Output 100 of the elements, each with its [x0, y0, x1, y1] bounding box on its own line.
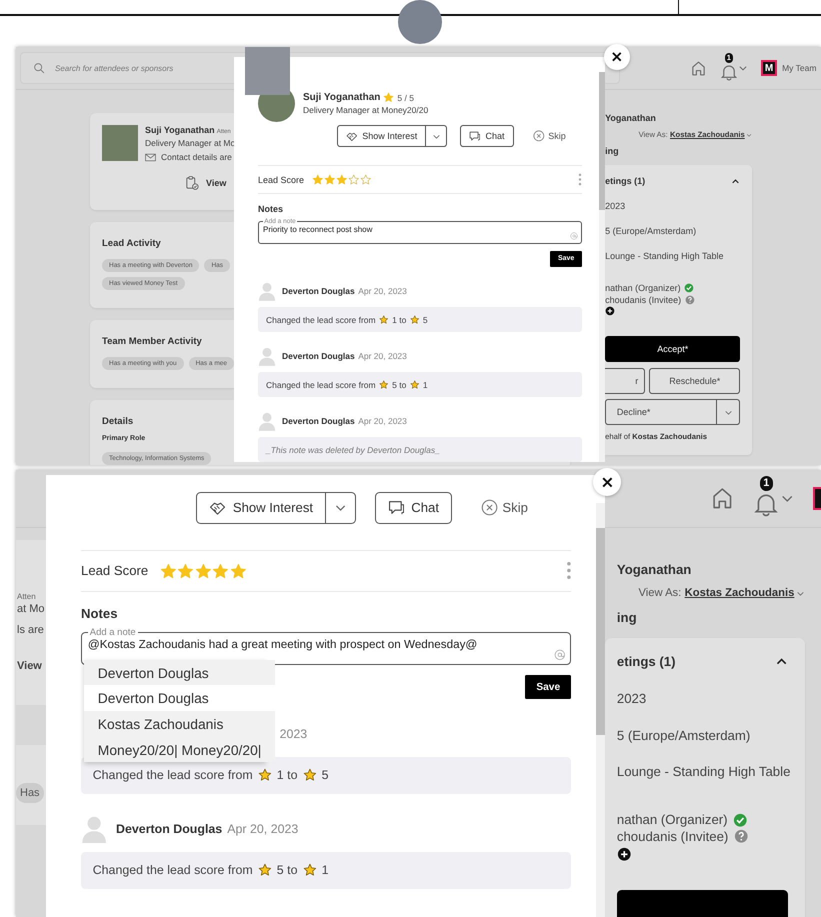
star-icon	[194, 562, 212, 580]
chat-icon	[388, 500, 405, 516]
handshake-icon	[346, 130, 358, 142]
job-title: at Mo	[17, 603, 45, 615]
person-name: Suji Yoganathan	[145, 125, 215, 135]
suggestion-item[interactable]: Deverton Douglas	[84, 660, 276, 686]
question-circle-icon	[734, 829, 748, 844]
author-name: Deverton Douglas	[282, 416, 355, 426]
author-name: Deverton Douglas	[282, 286, 355, 296]
section-title: Team Member Activity	[102, 336, 202, 347]
role-label: Atten	[17, 592, 36, 601]
contact-text: Contact details are	[161, 152, 232, 162]
person-icon	[258, 346, 276, 366]
reschedule-button[interactable]: Reschedule*	[649, 368, 740, 394]
photo-placeholder	[245, 47, 290, 95]
activity-text: Changed the lead score from	[92, 863, 253, 878]
activity-text: 1	[422, 380, 428, 390]
star-icon	[212, 562, 230, 580]
dropdown-button[interactable]	[426, 125, 448, 148]
view-link[interactable]: View	[206, 178, 226, 188]
chat-button[interactable]: Chat	[374, 492, 452, 524]
dropdown-button[interactable]	[326, 492, 356, 524]
check-circle-icon	[684, 283, 694, 294]
star-icon	[177, 562, 194, 580]
job-title: Delivery Manager at Money20/20	[303, 104, 428, 115]
view-link[interactable]: View	[17, 660, 42, 672]
activity-text: Changed the lead score from	[266, 314, 376, 325]
activity-text: _This note was deleted by Deverton Douglas_	[266, 444, 440, 455]
person-name: Suji Yoganathan	[303, 92, 380, 104]
meeting-detail: 5 (Europe/Amsterdam)	[605, 226, 698, 236]
photo-placeholder	[102, 125, 138, 161]
section-title: etings (1)	[605, 176, 646, 186]
plus-circle-icon[interactable]	[605, 306, 615, 316]
suggestion-item[interactable]: Kostas Zachoudanis	[84, 711, 276, 737]
team-link[interactable]: My Team	[782, 63, 816, 73]
activity-text: 1 to	[392, 314, 406, 325]
attendee-name: choudanis (Invitee)	[616, 829, 728, 844]
section-title: etings (1)	[616, 654, 676, 669]
star-icon	[379, 314, 389, 324]
section-title: ing	[616, 610, 638, 625]
x-circle-icon	[533, 130, 546, 142]
skip-button[interactable]: Skip	[533, 130, 566, 142]
accept-button[interactable]: Accept*	[605, 336, 740, 362]
photo-placeholder	[398, 0, 442, 44]
note-date: Apr 20, 2023	[358, 286, 407, 296]
star-icon	[312, 174, 324, 186]
search-icon	[33, 62, 45, 74]
chat-icon	[469, 130, 482, 142]
meeting-detail: Lounge - Standing High Table	[605, 250, 725, 261]
field-label: Lead Score	[258, 174, 304, 185]
check-circle-icon	[732, 812, 748, 828]
handshake-icon	[209, 500, 226, 516]
star-icon	[160, 562, 177, 580]
attendee-name: choudanis (Invitee)	[605, 294, 682, 305]
save-button[interactable]: Save	[525, 675, 572, 699]
author-name: Deverton Douglas	[116, 822, 222, 836]
show-interest-button[interactable]: Show Interest	[196, 492, 326, 524]
star-icon	[230, 562, 247, 580]
view-as-label: View As:	[638, 587, 682, 600]
bell-icon[interactable]	[720, 62, 738, 80]
chat-button[interactable]: Chat	[460, 125, 514, 148]
star-icon	[410, 314, 420, 324]
star-icon	[258, 768, 272, 782]
view-as-link[interactable]: Kostas Zachoudanis	[684, 587, 805, 600]
skip-button[interactable]: Skip	[480, 499, 528, 516]
note-date: 2023	[280, 726, 308, 741]
clipboard-icon	[185, 176, 199, 190]
section-title: Details	[102, 416, 134, 427]
caret-icon[interactable]	[731, 176, 740, 186]
field-label: Lead Score	[81, 563, 148, 578]
activity-text: 5 to	[276, 863, 298, 878]
plus-circle-icon[interactable]	[616, 846, 632, 862]
section-title: ing	[604, 146, 620, 156]
decline-button[interactable]: Decline*	[605, 399, 717, 426]
suggestion-item[interactable]: Money20/20| Money20/20|	[84, 736, 276, 762]
tag: Has	[16, 783, 44, 803]
question-circle-icon	[684, 294, 695, 305]
section-title: Notes	[258, 204, 284, 214]
note-date: Apr 20, 2023	[358, 416, 407, 426]
note-date: Apr 20, 2023	[358, 351, 407, 362]
star-icon	[258, 863, 272, 878]
star-icon	[360, 174, 372, 186]
attendee-name: nathan (Organizer)	[605, 283, 681, 294]
note-date: Apr 20, 2023	[227, 822, 298, 836]
activity-text: 1	[322, 863, 328, 878]
activity-text: Changed the lead score from	[92, 768, 253, 782]
logo[interactable]: M	[761, 60, 777, 76]
x-circle-icon	[480, 499, 498, 516]
activity-text: 5	[422, 314, 428, 325]
show-interest-button[interactable]: Show Interest	[337, 125, 426, 148]
person-icon	[258, 411, 276, 432]
meeting-detail: Lounge - Standing High Table	[616, 764, 788, 780]
author-name: Deverton Douglas	[282, 351, 355, 362]
home-icon[interactable]	[690, 60, 707, 76]
star-icon	[302, 768, 316, 782]
activity-text: Changed the lead score from	[266, 380, 376, 390]
dropdown-button[interactable]	[716, 399, 740, 426]
attendee-name: nathan (Organizer)	[616, 812, 728, 828]
star-icon	[348, 174, 360, 186]
star-icon	[302, 863, 316, 878]
